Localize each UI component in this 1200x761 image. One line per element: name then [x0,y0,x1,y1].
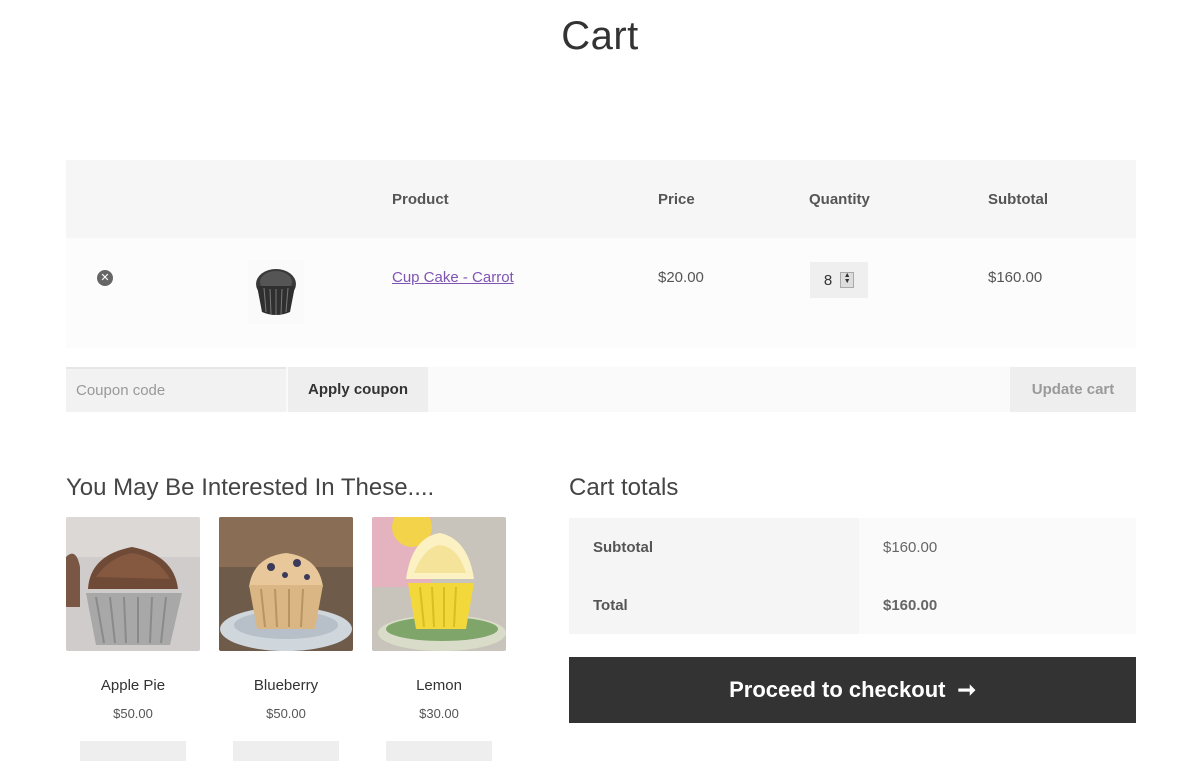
quantity-value[interactable]: 8 [824,272,832,289]
item-subtotal: $160.00 [988,269,1043,286]
arrow-right-icon: ➞ [957,677,976,702]
cross-sell-price: $50.00 [113,706,153,721]
cross-sell-name[interactable]: Apple Pie [66,677,200,694]
update-cart-button[interactable]: Update cart [1010,367,1136,412]
add-to-cart-button[interactable] [80,741,186,761]
cart-actions: Apply coupon Update cart [66,367,1136,412]
checkout-label: Proceed to checkout [729,677,946,702]
cart-item-row: ✕ Cup Cake - Carrot $20.00 8 ▲ ▼ $160.00 [66,238,1136,348]
product-image[interactable] [219,517,353,651]
cart-totals-table: Subtotal $160.00 Total $160.00 [569,518,1136,634]
cross-sell-price: $50.00 [266,706,306,721]
product-link[interactable]: Cup Cake - Carrot [392,269,514,286]
cross-sell-item: Blueberry $50.00 [219,517,353,721]
header-product: Product [392,191,449,208]
total-value: $160.00 [859,576,1136,634]
cross-sell-name[interactable]: Lemon [372,677,506,694]
totals-subtotal-row: Subtotal $160.00 [569,518,1136,576]
cross-sell-name[interactable]: Blueberry [219,677,353,694]
item-price: $20.00 [658,269,704,286]
header-price: Price [658,191,695,208]
quantity-stepper[interactable]: 8 ▲ ▼ [810,262,868,298]
total-label: Total [569,576,859,634]
spinner-arrows-icon[interactable]: ▲ ▼ [840,272,855,288]
add-to-cart-button[interactable] [233,741,339,761]
product-thumbnail[interactable] [248,260,304,324]
totals-total-row: Total $160.00 [569,576,1136,634]
page-title: Cart [561,14,639,58]
header-quantity: Quantity [809,191,870,208]
cart-table-header: Product Price Quantity Subtotal [66,160,1136,238]
cross-sell-price: $30.00 [419,706,459,721]
coupon-code-input[interactable] [66,367,286,412]
cross-sell-item: Apple Pie $50.00 [66,517,200,721]
proceed-to-checkout-button[interactable]: Proceed to checkout ➞ [569,657,1136,723]
header-subtotal: Subtotal [988,191,1048,208]
remove-item-icon[interactable]: ✕ [97,270,113,286]
cart-totals-title: Cart totals [569,474,679,501]
add-to-cart-button[interactable] [386,741,492,761]
product-image[interactable] [372,517,506,651]
subtotal-label: Subtotal [569,518,859,576]
cross-sells-title: You May Be Interested In These.... [66,474,435,501]
subtotal-value: $160.00 [859,518,1136,576]
product-image[interactable] [66,517,200,651]
apply-coupon-button[interactable]: Apply coupon [288,367,428,412]
cart-table: Product Price Quantity Subtotal ✕ Cup Ca… [66,160,1136,348]
cross-sell-item: Lemon $30.00 [372,517,506,721]
